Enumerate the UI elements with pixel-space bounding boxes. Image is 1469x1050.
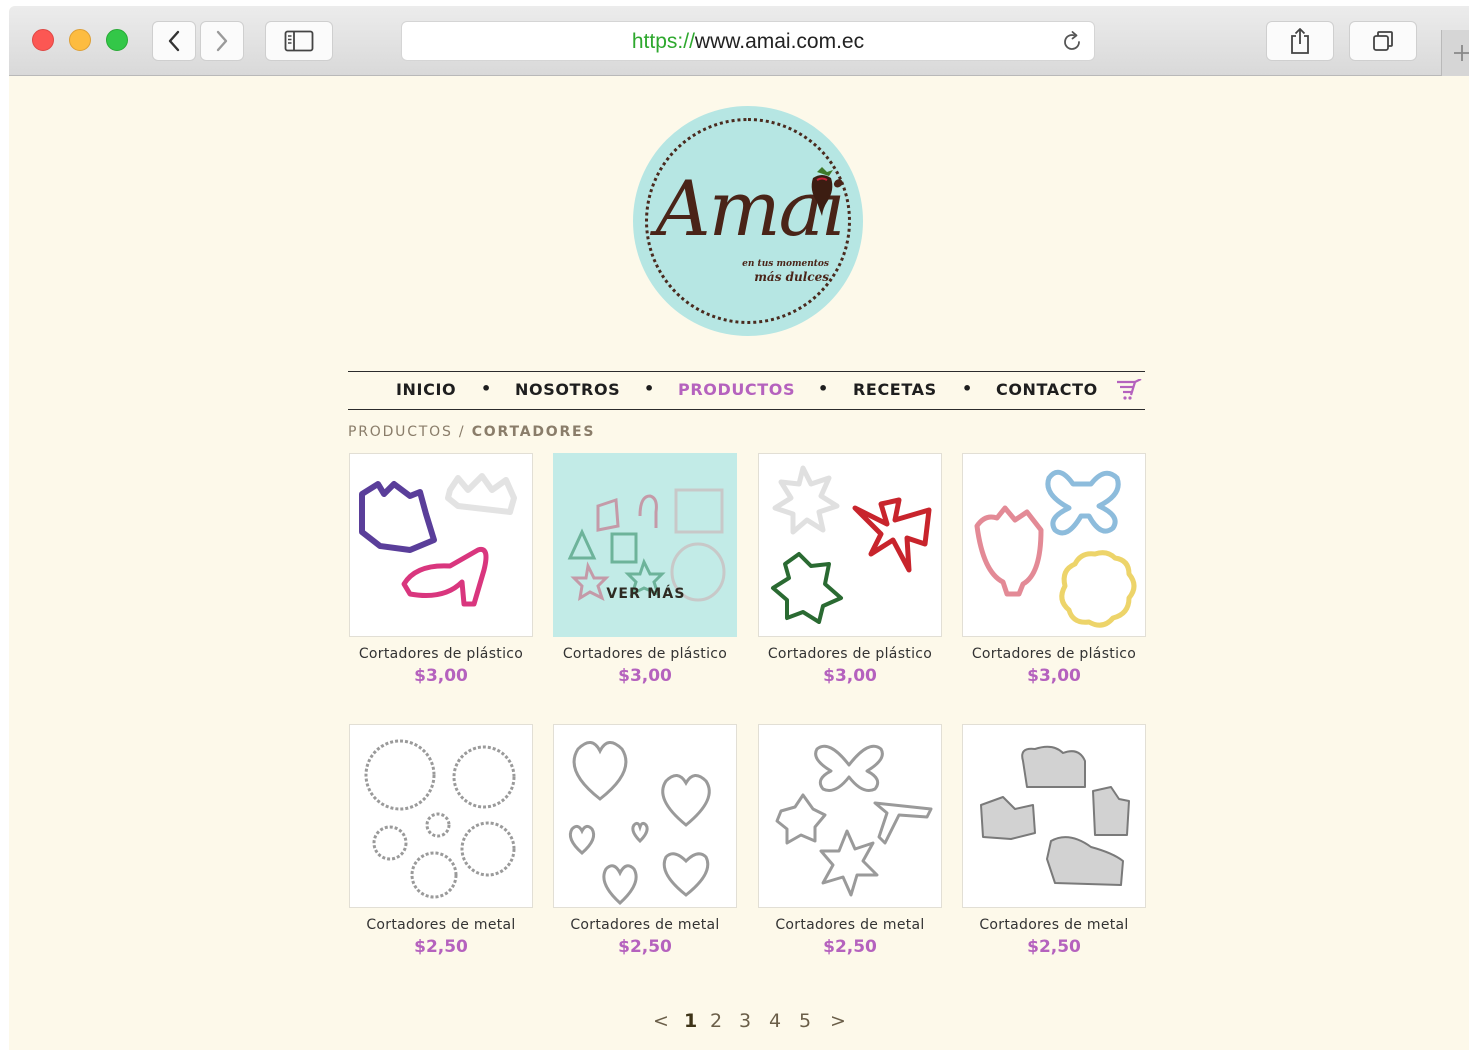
site-logo[interactable]: Amai en tus momentos más dulces bbox=[633, 106, 863, 336]
close-window-button[interactable] bbox=[32, 29, 54, 51]
product-name[interactable]: Cortadores de plástico bbox=[758, 646, 942, 662]
cookie-cutters-image bbox=[364, 739, 516, 899]
strawberry-icon bbox=[811, 167, 833, 216]
browser-toolbar: https://www.amai.com.ec bbox=[9, 6, 1469, 76]
pagination-page-2[interactable]: 2 bbox=[710, 1010, 722, 1032]
nav-item-contacto[interactable]: CONTACTO bbox=[996, 380, 1098, 399]
new-tab-button[interactable] bbox=[1441, 30, 1469, 76]
share-icon bbox=[1291, 28, 1309, 54]
nav-item-productos[interactable]: PRODUCTOS bbox=[678, 380, 795, 399]
product-name[interactable]: Cortadores de plástico bbox=[553, 646, 737, 662]
sidebar-toggle-button[interactable] bbox=[265, 21, 333, 61]
tabs-icon bbox=[1373, 31, 1393, 51]
product-card[interactable]: Cortadores de metal $2,50 bbox=[758, 724, 942, 957]
nav-item-nosotros[interactable]: NOSOTROS bbox=[515, 380, 620, 399]
product-name[interactable]: Cortadores de metal bbox=[553, 917, 737, 933]
zoom-window-button[interactable] bbox=[106, 29, 128, 51]
product-card[interactable]: Cortadores de metal $2,50 bbox=[553, 724, 737, 957]
back-button[interactable] bbox=[152, 21, 196, 61]
logo-tagline-line1: en tus momentos bbox=[742, 259, 829, 269]
product-price: $2,50 bbox=[414, 937, 468, 957]
product-name[interactable]: Cortadores de metal bbox=[962, 917, 1146, 933]
product-card[interactable]: Cortadores de plástico $3,00 bbox=[349, 453, 533, 686]
product-card[interactable]: Cortadores de metal $2,50 bbox=[962, 724, 1146, 957]
product-price: $3,00 bbox=[823, 666, 877, 686]
pagination-page-5[interactable]: 5 bbox=[799, 1010, 811, 1032]
nav-item-inicio[interactable]: INICIO bbox=[396, 380, 456, 399]
cookie-cutters-image bbox=[568, 741, 711, 906]
forward-button[interactable] bbox=[200, 21, 244, 61]
main-nav: INICIO • NOSOTROS • PRODUCTOS • RECETAS … bbox=[348, 371, 1145, 410]
product-image[interactable] bbox=[349, 453, 533, 637]
product-card[interactable]: Cortadores de metal $2,50 bbox=[349, 724, 533, 957]
product-price: $2,50 bbox=[823, 937, 877, 957]
pagination-page-4[interactable]: 4 bbox=[769, 1010, 781, 1032]
nav-item-recetas[interactable]: RECETAS bbox=[853, 380, 937, 399]
product-name[interactable]: Cortadores de plástico bbox=[349, 646, 533, 662]
breadcrumb-separator: / bbox=[458, 424, 466, 440]
breadcrumb-current: CORTADORES bbox=[471, 424, 596, 440]
product-name[interactable]: Cortadores de metal bbox=[349, 917, 533, 933]
cookie-cutters-image bbox=[359, 473, 517, 607]
sidebar-icon bbox=[284, 30, 314, 52]
address-bar[interactable]: https://www.amai.com.ec bbox=[401, 21, 1095, 61]
product-price: $3,00 bbox=[414, 666, 468, 686]
breadcrumb: PRODUCTOS / CORTADORES bbox=[348, 424, 595, 440]
breadcrumb-parent[interactable]: PRODUCTOS bbox=[348, 424, 453, 440]
product-image[interactable] bbox=[349, 724, 533, 908]
url-scheme: https:// bbox=[631, 30, 695, 53]
browser-window: https://www.amai.com.ec Amai en tus mome… bbox=[9, 6, 1469, 1050]
nav-separator: • bbox=[481, 379, 492, 398]
nav-separator: • bbox=[962, 379, 973, 398]
product-card[interactable]: Cortadores de plástico $3,00 bbox=[962, 453, 1146, 686]
product-name[interactable]: Cortadores de metal bbox=[758, 917, 942, 933]
cookie-cutters-image bbox=[771, 465, 932, 624]
product-card[interactable]: Cortadores de plástico $3,00 bbox=[758, 453, 942, 686]
url-host: www.amai.com.ec bbox=[694, 30, 865, 53]
pagination-page-1[interactable]: 1 bbox=[684, 1010, 697, 1032]
cookie-cutters-image bbox=[567, 488, 726, 602]
product-price: $2,50 bbox=[618, 937, 672, 957]
product-price: $3,00 bbox=[618, 666, 672, 686]
product-price: $2,50 bbox=[1027, 937, 1081, 957]
chevron-right-icon bbox=[216, 30, 228, 52]
pagination-prev[interactable]: < bbox=[653, 1010, 669, 1032]
product-name[interactable]: Cortadores de plástico bbox=[962, 646, 1146, 662]
logo-tagline-line2: más dulces bbox=[754, 270, 829, 284]
product-image[interactable] bbox=[962, 724, 1146, 908]
ver-mas-overlay[interactable]: VER MÁS bbox=[554, 586, 736, 602]
tabs-overview-button[interactable] bbox=[1349, 21, 1417, 61]
cookie-cutters-image bbox=[775, 744, 933, 897]
cart-icon[interactable] bbox=[1116, 379, 1142, 401]
product-card[interactable]: VER MÁS Cortadores de plástico $3,00 bbox=[553, 453, 737, 686]
minimize-window-button[interactable] bbox=[69, 29, 91, 51]
pagination-next[interactable]: > bbox=[830, 1010, 846, 1032]
chevron-left-icon bbox=[168, 30, 180, 52]
product-image[interactable] bbox=[758, 724, 942, 908]
product-image[interactable] bbox=[758, 453, 942, 637]
cookie-cutters-image bbox=[980, 745, 1130, 886]
plus-icon bbox=[1453, 45, 1469, 61]
product-image[interactable]: VER MÁS bbox=[553, 453, 737, 637]
pagination-page-3[interactable]: 3 bbox=[739, 1010, 751, 1032]
product-price: $3,00 bbox=[1027, 666, 1081, 686]
pagination: < 1 2 3 4 5 > bbox=[639, 1010, 859, 1038]
nav-separator: • bbox=[818, 379, 829, 398]
cookie-cutters-image bbox=[974, 469, 1137, 628]
product-image[interactable] bbox=[962, 453, 1146, 637]
nav-separator: • bbox=[644, 379, 655, 398]
reload-icon[interactable] bbox=[1060, 30, 1084, 54]
product-image[interactable] bbox=[553, 724, 737, 908]
share-button[interactable] bbox=[1266, 21, 1334, 61]
